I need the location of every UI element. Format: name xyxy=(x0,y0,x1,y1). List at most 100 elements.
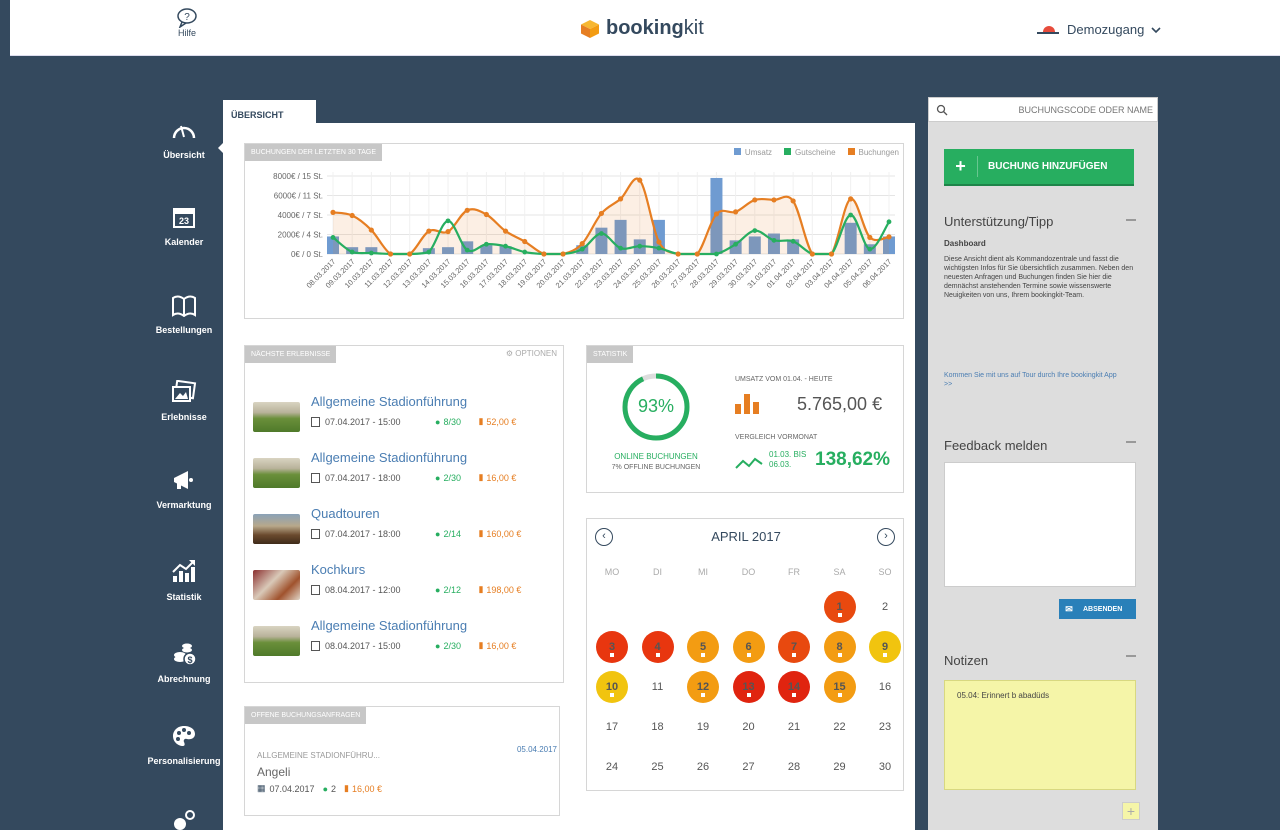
event-item[interactable]: Kochkurs 08.04.2017 - 12:00 ● 2/12 ▮ 198,00 € xyxy=(253,562,553,617)
gauge-icon xyxy=(145,118,223,142)
compare-range-1: 01.03. BIS xyxy=(769,450,807,459)
event-title[interactable]: Allgemeine Stadionführung xyxy=(311,450,467,465)
calendar-icon xyxy=(311,472,320,483)
calendar-day[interactable]: 26 xyxy=(687,751,719,783)
calendar-day[interactable]: 9 xyxy=(869,631,901,663)
note-text: 05.04: Erinnert b abadüds xyxy=(957,691,1050,700)
calendar-day[interactable]: 17 xyxy=(596,711,628,743)
calendar-day[interactable]: 28 xyxy=(778,751,810,783)
bars-icon: ▮ xyxy=(478,640,484,650)
calendar-day[interactable]: 24 xyxy=(596,751,628,783)
calendar-day[interactable]: 2 xyxy=(869,591,901,623)
search-icon xyxy=(936,104,948,116)
event-date: 08.04.2017 - 12:00 xyxy=(325,584,401,595)
bars-icon: ▮ xyxy=(478,416,484,426)
sidebar-item-statistik[interactable]: Statistik xyxy=(145,558,223,602)
calendar-day[interactable]: 14 xyxy=(778,671,810,703)
event-thumbnail xyxy=(253,514,300,544)
calendar-day[interactable]: 4 xyxy=(641,631,674,663)
calendar-day[interactable]: 18 xyxy=(642,711,674,743)
add-booking-button[interactable]: + BUCHUNG HINZUFÜGEN xyxy=(944,149,1134,184)
event-item[interactable]: Allgemeine Stadionführung 07.04.2017 - 15… xyxy=(253,394,553,449)
calendar-day[interactable]: 5 xyxy=(687,631,719,663)
calendar-day[interactable]: 1 xyxy=(823,591,856,623)
vouchers-point xyxy=(848,212,854,218)
bookings-point xyxy=(675,251,681,257)
statistics-panel: STATISTIK 93% ONLINE BUCHUNGEN 7% OFFLIN… xyxy=(586,345,904,493)
event-price: 16,00 € xyxy=(486,472,517,483)
support-collapse-button[interactable] xyxy=(1126,219,1136,221)
sidebar-item-label: Statistik xyxy=(166,592,202,602)
event-title[interactable]: Allgemeine Stadionführung xyxy=(311,618,467,633)
svg-text:?: ? xyxy=(184,12,190,23)
calendar-day[interactable]: 11 xyxy=(642,671,674,703)
event-item[interactable]: Allgemeine Stadionführung 07.04.2017 - 18… xyxy=(253,450,553,505)
add-note-button[interactable]: + xyxy=(1122,802,1140,820)
calendar-day[interactable]: 10 xyxy=(596,671,628,703)
event-item[interactable]: Quadtouren 07.04.2017 - 18:00 ● 2/14 ▮ 160,00… xyxy=(253,506,553,561)
bookings-point xyxy=(445,229,451,235)
online-caption: ONLINE BUCHUNGEN xyxy=(614,452,698,461)
calendar-day[interactable]: 12 xyxy=(687,671,719,703)
vouchers-point xyxy=(790,238,796,244)
photos-icon xyxy=(145,380,223,404)
calendar-day[interactable]: 8 xyxy=(823,631,856,663)
event-title[interactable]: Kochkurs xyxy=(311,562,365,577)
event-title[interactable]: Allgemeine Stadionführung xyxy=(311,394,467,409)
user-menu[interactable]: Demozugang xyxy=(1037,22,1162,37)
calendar-day[interactable]: 19 xyxy=(687,711,719,743)
vouchers-point xyxy=(483,241,489,247)
feedback-collapse-button[interactable] xyxy=(1126,441,1136,443)
calendar-day[interactable]: 29 xyxy=(824,751,856,783)
sidebar-item-übersicht[interactable]: Übersicht xyxy=(145,118,224,160)
tab-overview[interactable]: ÜBERSICHT xyxy=(223,98,316,123)
calendar-day[interactable]: 6 xyxy=(732,631,765,663)
help-button[interactable]: ? Hilfe xyxy=(165,8,209,38)
revenue-value: 5.765,00 € xyxy=(797,394,883,414)
sidebar-item-kalender[interactable]: 23 Kalender xyxy=(145,205,223,247)
bookings-chart: 0€ / 0 St. 2000€ / 4 St. 4000€ / 7 St. 6000… xyxy=(273,172,895,290)
vouchers-point xyxy=(714,251,719,257)
calendar-day[interactable]: 30 xyxy=(869,751,901,783)
bookings-point xyxy=(637,177,643,183)
calendar-day[interactable]: 20 xyxy=(733,711,765,743)
calendar-day[interactable]: 16 xyxy=(869,671,901,703)
tour-link[interactable]: Kommen Sie mit uns auf Tour durch Ihre b… xyxy=(944,371,1124,389)
svg-text:$: $ xyxy=(187,655,192,665)
notes-collapse-button[interactable] xyxy=(1126,655,1136,657)
brand-light: kit xyxy=(683,17,704,39)
calendar-day[interactable]: 21 xyxy=(778,711,810,743)
calendar-icon xyxy=(311,528,320,539)
calendar-day[interactable]: 13 xyxy=(732,671,765,703)
calendar-icon xyxy=(311,416,320,427)
calendar-day[interactable]: 3 xyxy=(596,631,628,663)
request-item[interactable]: ALLGEMEINE STADIONFÜHRU... 05.04.2017 An… xyxy=(257,745,557,794)
options-button[interactable]: ⚙ OPTIONEN xyxy=(506,349,557,358)
search-box[interactable] xyxy=(928,97,1158,122)
bookings-point xyxy=(407,251,413,257)
sidebar-item-abrechnung[interactable]: $ Abrechnung xyxy=(145,642,223,684)
sidebar-item-erlebnisse[interactable]: Erlebnisse xyxy=(145,380,223,422)
calendar-day[interactable]: 25 xyxy=(642,751,674,783)
calendar-day[interactable]: 15 xyxy=(823,671,856,703)
event-title[interactable]: Quadtouren xyxy=(311,506,380,521)
search-input[interactable] xyxy=(953,101,1153,119)
plus-icon: + xyxy=(944,156,978,177)
calendar-day[interactable]: 23 xyxy=(869,711,901,743)
feedback-textarea[interactable] xyxy=(944,462,1136,587)
event-item[interactable]: Allgemeine Stadionführung 08.04.2017 - 15… xyxy=(253,618,553,673)
calendar-day[interactable]: 22 xyxy=(824,711,856,743)
sidebar-item-vermarktung[interactable]: Vermarktung xyxy=(145,468,223,510)
compare-value: 138,62% xyxy=(815,449,891,470)
note-card[interactable]: 05.04: Erinnert b abadüds xyxy=(944,680,1136,790)
sidebar-item-bestellungen[interactable]: Bestellungen xyxy=(145,295,223,335)
send-feedback-button[interactable]: ✉ ABSENDEN xyxy=(1059,599,1136,619)
vouchers-point xyxy=(522,249,528,255)
sidebar-item-personalisierung[interactable]: Personalisierung xyxy=(145,724,223,766)
user-avatar-icon xyxy=(1037,24,1059,36)
calendar-day[interactable]: 27 xyxy=(733,751,765,783)
vouchers-point xyxy=(637,243,643,249)
sidebar-item-settings[interactable] xyxy=(145,810,223,830)
calendar-day[interactable]: 7 xyxy=(778,631,810,663)
next-month-button[interactable]: › xyxy=(877,528,895,546)
